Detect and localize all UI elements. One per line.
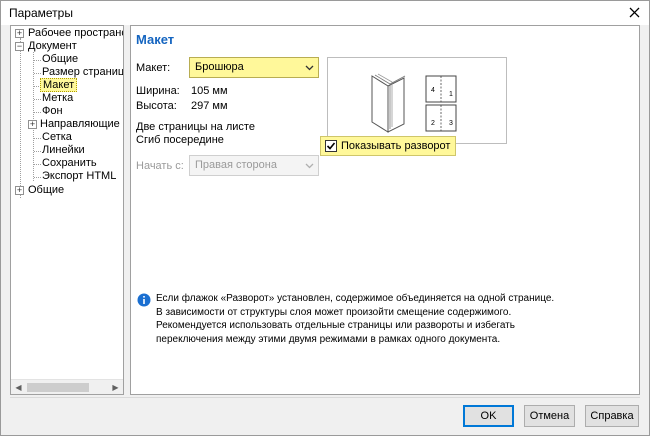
window-title: Параметры bbox=[9, 6, 73, 20]
chevron-down-icon bbox=[305, 58, 314, 77]
tree-inner: + Рабочее пространство − Документ Общие … bbox=[11, 26, 124, 380]
width-label: Ширина: bbox=[136, 85, 180, 97]
preview-page-4: 4 bbox=[431, 87, 435, 94]
tree-item-label: Размер страницы bbox=[42, 66, 124, 78]
tree-item-label: Общие bbox=[28, 184, 65, 196]
tree-item-guides[interactable]: + Направляющие bbox=[28, 118, 122, 131]
tree-item-label: Метка bbox=[42, 92, 74, 104]
start-side-select[interactable]: Правая сторона bbox=[189, 155, 319, 176]
tree-item-document[interactable]: − Документ bbox=[15, 40, 79, 53]
tree-item-label: Рабочее пространство bbox=[28, 27, 123, 39]
expand-plus-icon[interactable]: + bbox=[15, 186, 24, 195]
info-message: Если флажок «Разворот» установлен, содер… bbox=[156, 292, 616, 346]
layout-select-value: Брошюра bbox=[195, 61, 244, 73]
layout-settings-panel: Макет Макет: Брошюра Ширина: 105 мм Высо… bbox=[130, 25, 640, 395]
show-spread-checkbox[interactable]: Показывать разворот bbox=[320, 136, 457, 156]
start-with-label: Начать с: bbox=[136, 160, 184, 172]
info-line: переключения между этими двумя режимами … bbox=[156, 333, 501, 345]
tree-item-label: Направляющие bbox=[40, 118, 120, 130]
tree-item-label: Линейки bbox=[42, 144, 85, 156]
tree-item-rulers[interactable]: Линейки bbox=[40, 144, 87, 157]
height-label: Высота: bbox=[136, 100, 177, 112]
two-pages-per-sheet-text: Две страницы на листе bbox=[136, 121, 255, 133]
tree-item-label: Фон bbox=[42, 105, 63, 117]
help-button[interactable]: Справка bbox=[585, 405, 639, 427]
ok-button[interactable]: OK bbox=[463, 405, 514, 427]
title-bar: Параметры bbox=[1, 1, 649, 25]
scroll-left-icon[interactable]: ◀ bbox=[11, 380, 26, 394]
tree-item-workspace[interactable]: + Рабочее пространство bbox=[15, 27, 123, 40]
scrollbar-thumb[interactable] bbox=[27, 383, 89, 392]
info-line: В зависимости от структуры слоя может пр… bbox=[156, 306, 512, 318]
preview-page-1: 1 bbox=[449, 91, 453, 98]
scroll-right-icon[interactable]: ▶ bbox=[108, 380, 123, 394]
fold-in-middle-text: Сгиб посередине bbox=[136, 134, 224, 146]
close-button[interactable] bbox=[623, 2, 645, 22]
page-title: Макет bbox=[136, 32, 175, 47]
show-spread-label: Показывать разворот bbox=[341, 140, 451, 152]
settings-tree: + Рабочее пространство − Документ Общие … bbox=[10, 25, 124, 395]
tree-item-label: Макет bbox=[40, 78, 78, 92]
collapse-minus-icon[interactable]: − bbox=[15, 42, 24, 51]
info-line: Если флажок «Разворот» установлен, содер… bbox=[156, 293, 555, 304]
tree-item-export-html[interactable]: Экспорт HTML bbox=[40, 170, 118, 183]
cancel-button[interactable]: Отмена bbox=[524, 405, 575, 427]
info-icon bbox=[137, 293, 151, 307]
expand-plus-icon[interactable]: + bbox=[15, 29, 24, 38]
dialog-body: + Рабочее пространство − Документ Общие … bbox=[1, 25, 649, 435]
checkbox-box[interactable] bbox=[325, 140, 337, 152]
start-side-value: Правая сторона bbox=[195, 159, 277, 171]
layout-label: Макет: bbox=[136, 62, 171, 74]
tree-item-general[interactable]: Общие bbox=[40, 53, 80, 66]
layout-select[interactable]: Брошюра bbox=[189, 57, 319, 78]
tree-item-background[interactable]: Фон bbox=[40, 105, 65, 118]
info-line: Рекомендуется использовать отдельные стр… bbox=[156, 320, 515, 331]
preview-page-2: 2 bbox=[431, 120, 435, 127]
tree-item-label: Экспорт HTML bbox=[42, 170, 117, 182]
tree-horizontal-scrollbar[interactable]: ◀ ▶ bbox=[11, 379, 123, 394]
tree-item-label: Сохранить bbox=[42, 157, 97, 169]
tree-item-general-root[interactable]: + Общие bbox=[15, 184, 66, 197]
tree-item-layout[interactable]: Макет bbox=[40, 78, 78, 92]
settings-dialog: Параметры + Рабочее простран − Документ … bbox=[0, 0, 650, 436]
expand-plus-icon[interactable]: + bbox=[28, 120, 37, 129]
booklet-preview-icon bbox=[371, 73, 457, 133]
chevron-down-icon bbox=[305, 156, 314, 175]
layout-preview: 4 1 2 3 bbox=[327, 57, 507, 144]
tree-item-grid[interactable]: Сетка bbox=[40, 131, 74, 144]
tree-item-label: Документ bbox=[28, 40, 77, 52]
close-icon bbox=[629, 7, 639, 17]
preview-page-3: 3 bbox=[449, 120, 453, 127]
width-value: 105 мм bbox=[191, 85, 228, 97]
checkmark-icon bbox=[326, 142, 336, 150]
tree-connector bbox=[33, 52, 34, 181]
height-value: 297 мм bbox=[191, 100, 228, 112]
tree-item-save[interactable]: Сохранить bbox=[40, 157, 99, 170]
tree-item-label: Сетка bbox=[42, 131, 72, 143]
tree-item-label-page[interactable]: Метка bbox=[40, 92, 75, 105]
tree-connector bbox=[20, 38, 21, 198]
footer-separator bbox=[10, 397, 640, 398]
tree-item-label: Общие bbox=[42, 53, 79, 65]
